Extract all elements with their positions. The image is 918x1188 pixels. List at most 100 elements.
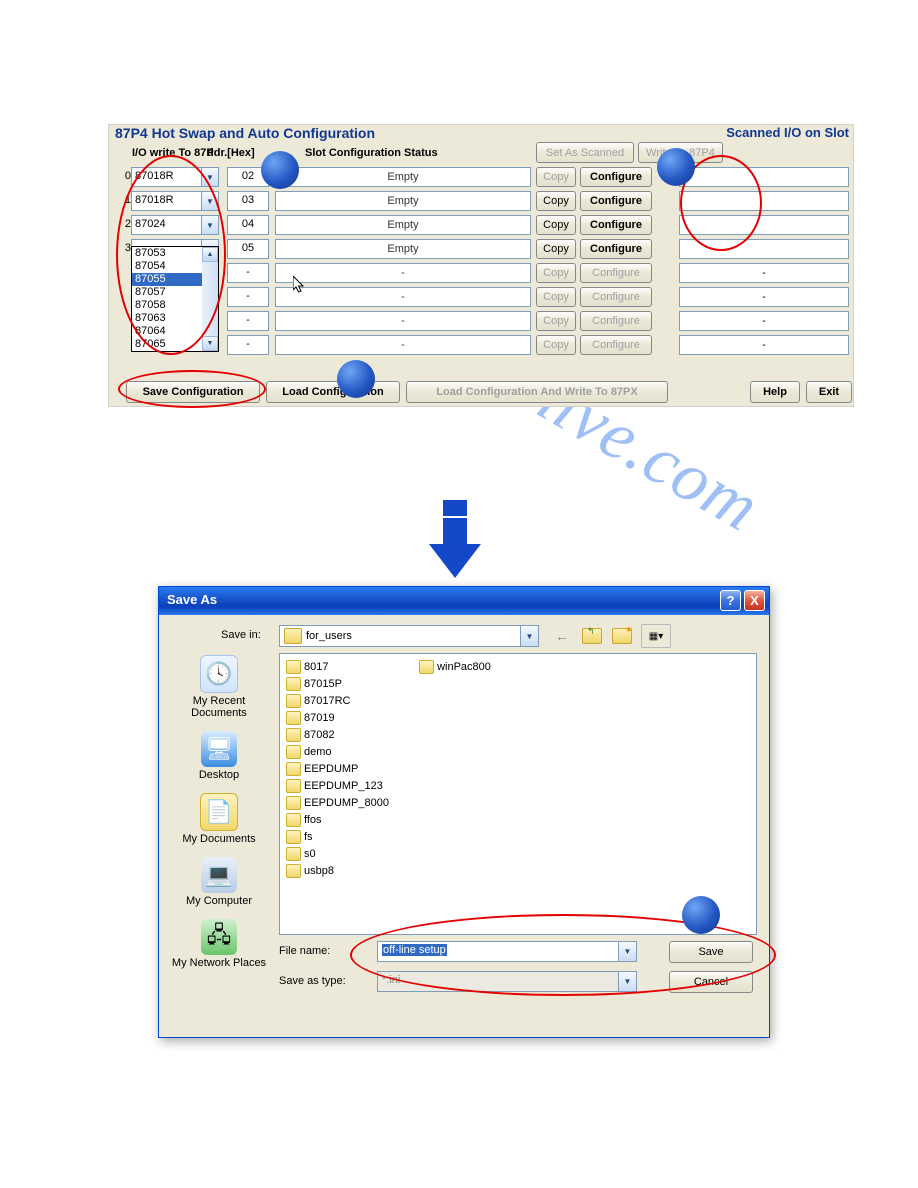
addr-field[interactable]: 04 [227,215,269,235]
save-in-combo[interactable]: for_users ▼ [279,625,539,647]
copy-button[interactable]: Copy [536,191,576,211]
configure-button[interactable]: Configure [580,215,652,235]
save-in-label: Save in: [221,629,261,641]
filename-combo[interactable]: off-line setup ▼ [377,941,637,962]
folder-icon [286,864,301,878]
my-computer-icon: 💻 [201,857,237,893]
file-name: ffos [304,814,322,826]
chevron-down-icon[interactable]: ▼ [618,972,636,991]
exit-button[interactable]: Exit [806,381,852,403]
file-list-area[interactable]: 801787015P87017RC8701987082demo EEPDUMP EE… [279,653,757,935]
copy-button[interactable]: Copy [536,239,576,259]
file-name: EEPDUMP [304,763,358,775]
configure-button[interactable]: Configure [580,191,652,211]
file-item[interactable]: 87017RC [286,692,416,709]
io-module-combo[interactable]: 87018R▼ [131,167,219,187]
addr-field[interactable]: 05 [227,239,269,259]
place-my-computer[interactable]: 💻 My Computer [167,857,271,907]
file-item[interactable]: 87019 [286,709,416,726]
desktop-icon: 🖥 [201,731,237,767]
chevron-down-icon[interactable]: ▼ [520,626,538,646]
header-io: I/O write To 87P [132,147,214,159]
folder-icon [286,779,301,793]
copy-button[interactable]: Copy [536,215,576,235]
row-number: 0 [119,170,131,182]
dropdown-scrollbar[interactable]: ▲ ▼ [202,247,218,351]
file-item[interactable]: demo [286,743,416,760]
io-dropdown-list[interactable]: 8705387054870558705787058870638706487065… [131,246,219,352]
scanned-io-field [679,191,849,211]
dialog-close-icon[interactable]: X [744,590,765,611]
save-as-type-label: Save as type: [279,975,346,987]
file-item[interactable]: EEPDUMP_8000 [286,794,416,811]
dialog-help-icon[interactable]: ? [720,590,741,611]
file-item[interactable]: ffos [286,811,416,828]
view-menu-icon[interactable]: ▦▾ [641,624,671,648]
configure-button[interactable]: Configure [580,311,652,331]
scroll-up-icon[interactable]: ▲ [202,247,218,262]
copy-button[interactable]: Copy [536,167,576,187]
config-panel: 87P4 Hot Swap and Auto Configuration Sca… [108,124,854,407]
configure-button[interactable]: Configure [580,167,652,187]
folder-icon [286,847,301,861]
file-item[interactable]: 8017 [286,658,416,675]
folder-icon [286,660,301,674]
folder-open-icon [284,628,302,644]
save-as-type-value: *.ini [382,974,400,986]
file-item[interactable]: winPac800 [419,658,549,675]
scanned-io-field [679,215,849,235]
new-folder-icon[interactable]: ✶ [611,625,633,647]
dialog-titlebar: Save As ? X [159,587,769,615]
recent-documents-icon: 🕓 [200,655,238,693]
load-configuration-button[interactable]: Load Configuration [266,381,400,403]
panel-title: 87P4 Hot Swap and Auto Configuration [115,125,375,141]
file-item[interactable]: 87082 [286,726,416,743]
addr-field[interactable]: 03 [227,191,269,211]
set-as-scanned-button[interactable]: Set As Scanned [536,142,634,163]
help-button[interactable]: Help [750,381,800,403]
io-module-value: 87018R [135,194,174,206]
chevron-down-icon[interactable]: ▼ [201,168,218,186]
save-as-type-combo[interactable]: *.ini ▼ [377,971,637,992]
place-my-network[interactable]: 🖧 My Network Places [167,919,271,969]
copy-button[interactable]: Copy [536,263,576,283]
file-item[interactable]: usbp8 [286,862,416,879]
copy-button[interactable]: Copy [536,311,576,331]
write-to-87p4-button[interactable]: Write To 87P4 [638,142,723,163]
chevron-down-icon[interactable]: ▼ [618,942,636,961]
chevron-down-icon[interactable]: ▼ [201,216,218,234]
configure-button[interactable]: Configure [580,335,652,355]
folder-icon [286,796,301,810]
scanned-io-field: - [679,287,849,307]
configure-button[interactable]: Configure [580,263,652,283]
load-and-write-button[interactable]: Load Configuration And Write To 87PX [406,381,668,403]
file-item[interactable]: s0 [286,845,416,862]
copy-button[interactable]: Copy [536,287,576,307]
file-item[interactable]: EEPDUMP [286,760,416,777]
my-documents-icon: 📄 [200,793,238,831]
folder-icon [286,711,301,725]
up-one-level-icon[interactable]: ↰ [581,625,603,647]
io-module-combo[interactable]: 87018R ▼ [131,191,219,211]
back-icon[interactable]: ← [551,625,573,647]
scroll-down-icon[interactable]: ▼ [202,336,218,351]
file-item[interactable]: 87015P [286,675,416,692]
folder-icon [286,677,301,691]
cancel-button[interactable]: Cancel [669,971,753,993]
scanned-io-field [679,239,849,259]
place-my-documents[interactable]: 📄 My Documents [167,793,271,845]
slot-status-field: Empty [275,239,531,259]
configure-button[interactable]: Configure [580,287,652,307]
file-item[interactable]: EEPDUMP_123 [286,777,416,794]
folder-icon [286,728,301,742]
configure-button[interactable]: Configure [580,239,652,259]
chevron-down-icon[interactable]: ▼ [201,192,218,210]
addr-field[interactable]: 02 [227,167,269,187]
file-item[interactable]: fs [286,828,416,845]
save-button[interactable]: Save [669,941,753,963]
copy-button[interactable]: Copy [536,335,576,355]
place-recent-documents[interactable]: 🕓 My Recent Documents [167,655,271,719]
place-desktop[interactable]: 🖥 Desktop [167,731,271,781]
io-module-combo[interactable]: 87024▼ [131,215,219,235]
save-configuration-button[interactable]: Save Configuration [126,381,260,403]
